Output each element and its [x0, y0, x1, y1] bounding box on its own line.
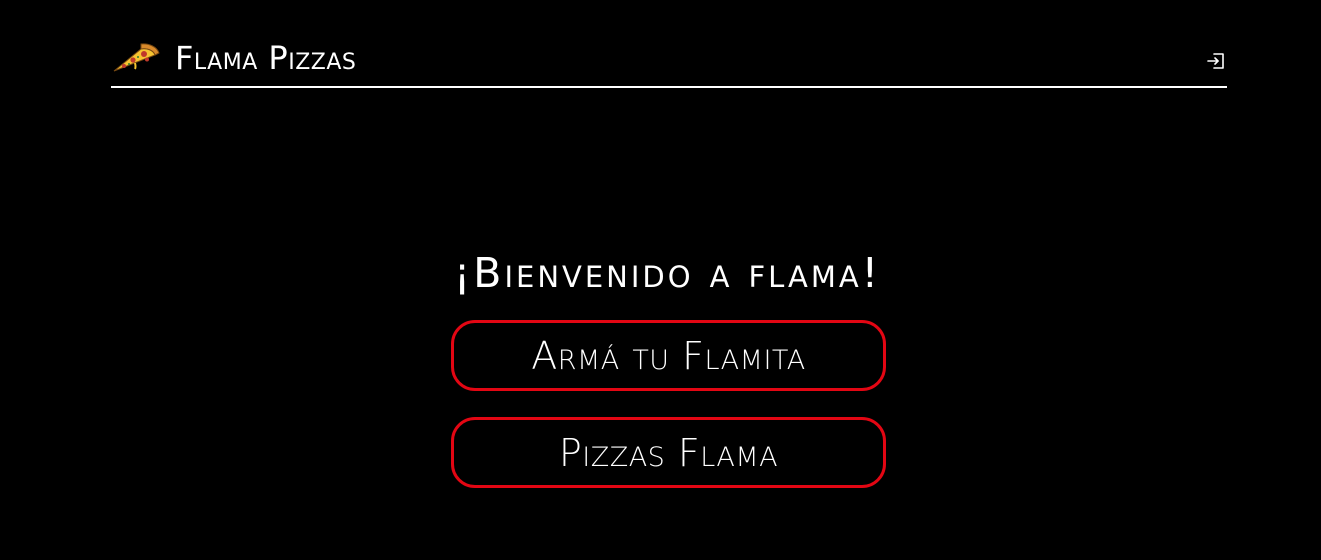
welcome-heading: ¡Bienvenido a flama! — [453, 249, 882, 297]
pizza-slice-icon — [111, 40, 161, 76]
brand-name: Flama Pizzas — [175, 39, 357, 77]
flama-pizzas-button[interactable]: Pizzas Flama — [451, 417, 886, 488]
build-your-pizza-button[interactable]: Armá tu Flamita — [451, 320, 886, 391]
login-icon[interactable] — [1205, 50, 1227, 72]
top-navbar: Flama Pizzas — [111, 34, 1227, 88]
brand-home-link[interactable]: Flama Pizzas — [111, 38, 356, 78]
